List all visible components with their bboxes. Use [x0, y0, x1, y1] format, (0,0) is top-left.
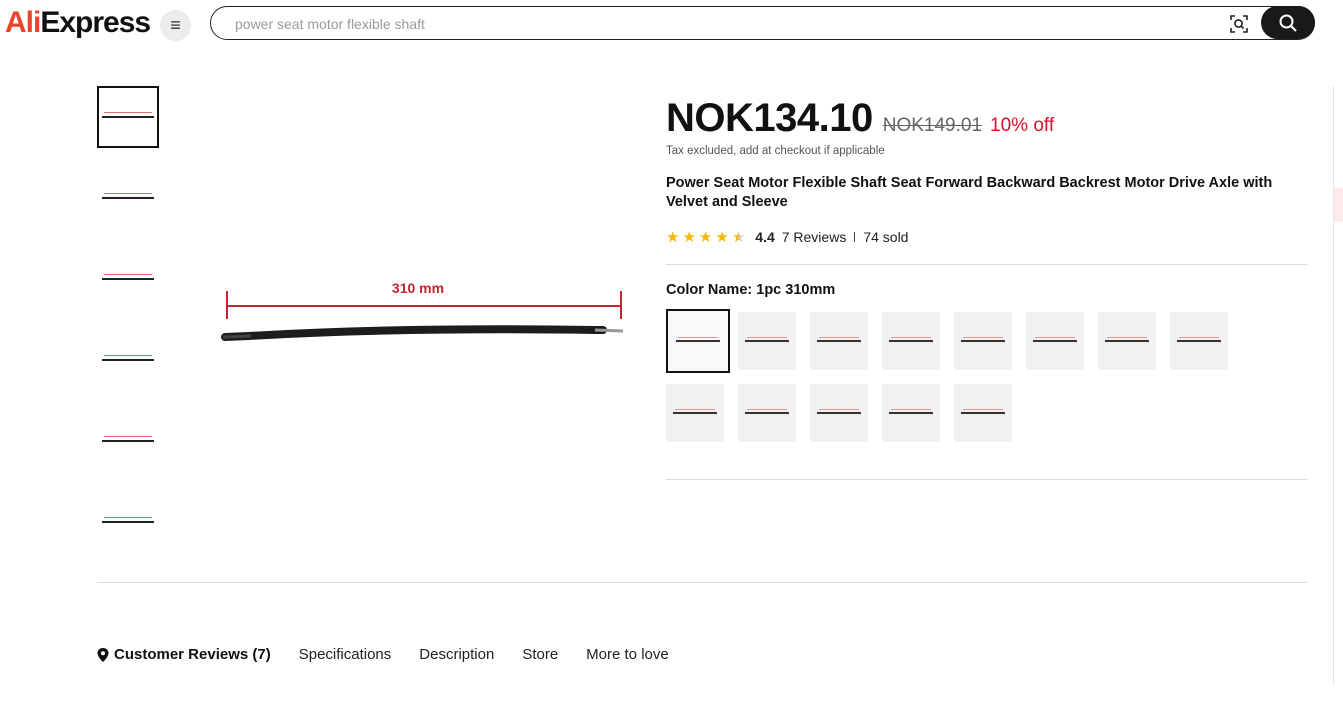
thumbnail-4[interactable]	[97, 329, 159, 391]
menu-button[interactable]: ≡	[160, 10, 191, 41]
product-title: Power Seat Motor Flexible Shaft Seat For…	[666, 175, 1273, 210]
search-icon	[1279, 14, 1297, 32]
aliexpress-logo[interactable]: AliExpress	[5, 6, 151, 40]
section-divider	[97, 582, 1308, 583]
image-search-icon[interactable]	[1229, 14, 1249, 34]
color-swatch[interactable]	[882, 312, 940, 370]
side-panel-edge	[1333, 86, 1343, 686]
star-icon: ★	[698, 228, 713, 246]
color-swatch[interactable]	[954, 384, 1012, 442]
half-star-icon: ★	[731, 228, 746, 246]
color-swatch[interactable]	[738, 384, 796, 442]
color-label: Color Name: 1pc 310mm	[666, 282, 836, 298]
reviews-link[interactable]: 7 Reviews	[782, 229, 847, 245]
main-product-image[interactable]: 310 mm	[205, 86, 645, 556]
hamburger-icon: ≡	[170, 15, 181, 35]
search-input[interactable]	[233, 14, 1187, 34]
tab-description[interactable]: Description	[419, 646, 494, 663]
color-swatch[interactable]	[810, 384, 868, 442]
thumbnail-1[interactable]	[97, 86, 159, 148]
discount-badge: 10% off	[990, 115, 1055, 136]
location-pin-icon	[97, 647, 109, 662]
tab-specifications[interactable]: Specifications	[299, 646, 392, 663]
rating-row: ★ ★ ★ ★ ★ 4.4 7 Reviews 74 sold	[666, 229, 1308, 245]
tax-note: Tax excluded, add at checkout if applica…	[666, 145, 885, 157]
search-bar	[210, 6, 1315, 40]
rating-value: 4.4	[755, 229, 775, 245]
divider	[666, 479, 1308, 480]
separator	[854, 232, 856, 242]
color-swatch[interactable]	[666, 309, 730, 373]
color-swatch[interactable]	[1026, 312, 1084, 370]
header: AliExpress ≡	[0, 0, 1343, 50]
rating-stars[interactable]: ★ ★ ★ ★ ★	[666, 230, 745, 245]
color-swatch[interactable]	[666, 384, 724, 442]
star-icon: ★	[666, 228, 680, 246]
thumbnail-3[interactable]	[97, 248, 159, 310]
search-button[interactable]	[1261, 6, 1315, 39]
divider	[666, 264, 1308, 265]
color-swatch[interactable]	[882, 384, 940, 442]
current-price: NOK134.10	[666, 96, 873, 140]
thumbnail-2[interactable]	[97, 167, 159, 229]
color-swatch[interactable]	[1098, 312, 1156, 370]
star-icon: ★	[682, 228, 696, 246]
product-tabs: Customer Reviews (7) Specifications Desc…	[97, 646, 697, 663]
thumbnail-list	[97, 86, 162, 572]
tab-customer-reviews[interactable]: Customer Reviews (7)	[97, 646, 271, 663]
thumbnail-6[interactable]	[97, 491, 159, 553]
product-info: NOK134.10 NOK149.01 10% off Tax excluded…	[666, 96, 1308, 456]
dimension-label: 310 mm	[392, 280, 444, 296]
selected-color-value: 1pc 310mm	[756, 282, 836, 298]
sold-count: 74 sold	[863, 229, 909, 245]
color-swatch[interactable]	[810, 312, 868, 370]
price-row: NOK134.10 NOK149.01 10% off	[666, 96, 1308, 141]
color-swatches	[666, 309, 1306, 456]
original-price: NOK149.01	[882, 115, 983, 136]
color-swatch[interactable]	[738, 312, 796, 370]
star-icon: ★	[715, 228, 729, 246]
tab-store[interactable]: Store	[522, 646, 558, 663]
side-panel-accent	[1334, 188, 1343, 222]
color-swatch[interactable]	[954, 312, 1012, 370]
color-swatch[interactable]	[1170, 312, 1228, 370]
thumbnail-5[interactable]	[97, 410, 159, 472]
tab-more-to-love[interactable]: More to love	[586, 646, 669, 663]
